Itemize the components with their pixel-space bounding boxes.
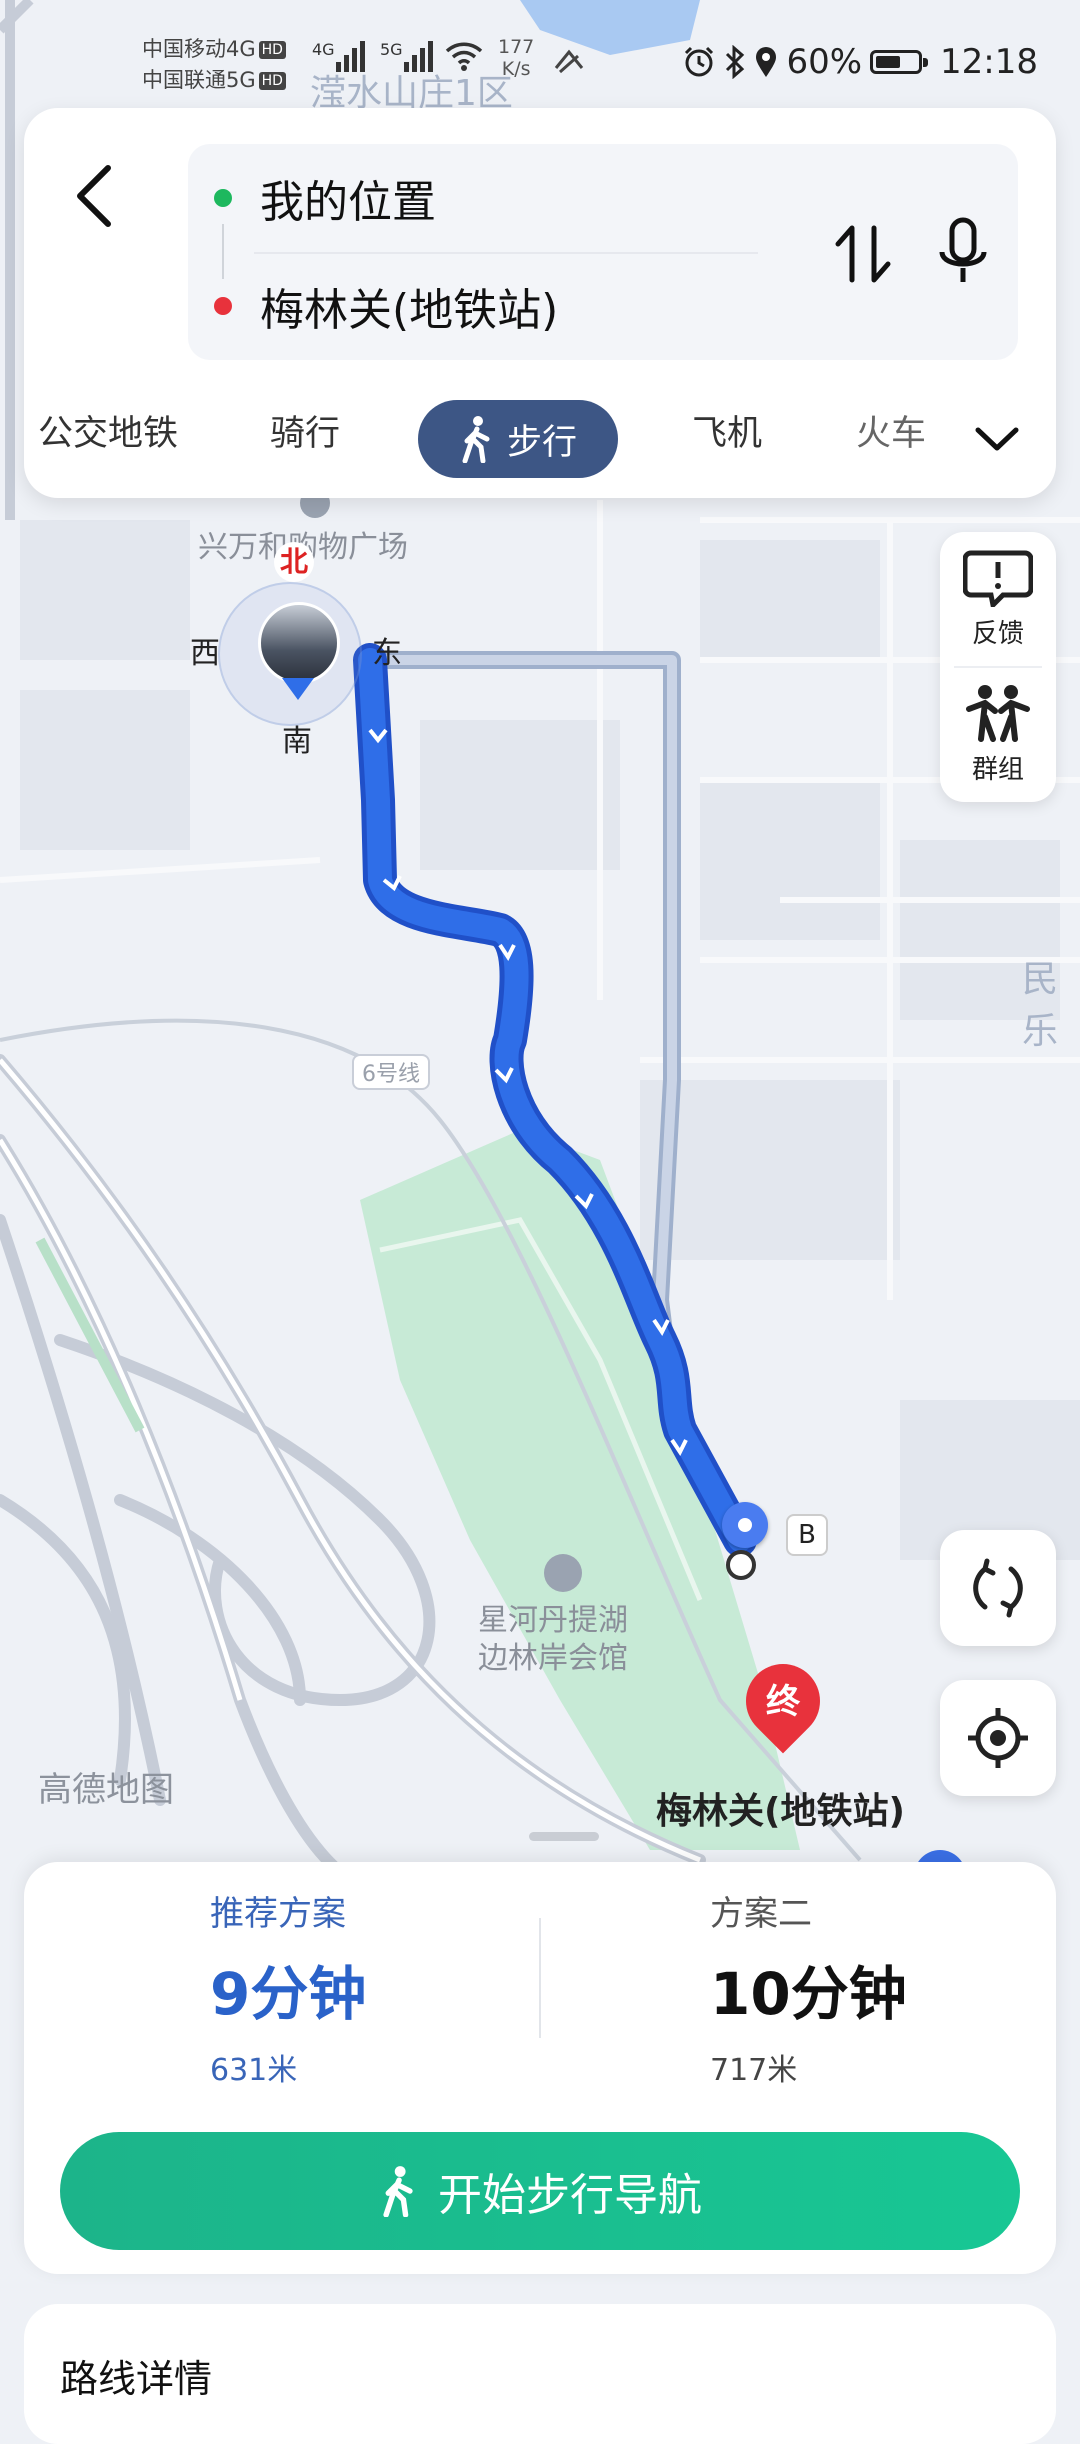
chevron-left-icon <box>77 165 111 227</box>
waypoint-target-icon <box>726 1550 756 1580</box>
tab-bike[interactable]: 骑行 <box>270 404 340 464</box>
group-people-icon <box>966 685 1030 742</box>
clock: 12:18 <box>940 42 1038 82</box>
plan-recommended[interactable]: 推荐方案 9分钟 631米 <box>210 1886 366 2089</box>
plan-divider <box>539 1918 541 2038</box>
plan-recommended-distance: 631米 <box>210 2053 298 2088</box>
route-plans-card: 推荐方案 9分钟 631米 方案二 10分钟 717米 开始步行导航 <box>24 1832 1056 2274</box>
hotspot-icon <box>554 49 584 74</box>
metro-line-label: 6号线 <box>352 1054 430 1090</box>
map-tools-panel: 反馈 群组 <box>940 532 1056 802</box>
crosshair-icon <box>968 1708 1028 1768</box>
destination-text: 梅林关(地铁站) <box>260 285 559 336</box>
start-navigation-button[interactable]: 开始步行导航 <box>60 2132 1020 2250</box>
compass-west: 西 <box>190 636 220 671</box>
status-right: 60% 12:18 <box>682 42 1038 82</box>
plan-alternative-label: 方案二 <box>710 1894 812 1934</box>
refresh-route-button[interactable] <box>940 1530 1056 1646</box>
signal-5g-label: 5G <box>380 40 403 59</box>
tab-transit[interactable]: 公交地铁 <box>38 404 178 464</box>
chevron-down-icon <box>975 427 1019 451</box>
park-label-line1: 星河丹提湖 <box>478 1603 628 1638</box>
feedback-label: 反馈 <box>971 619 1024 649</box>
compass-north: 北 <box>274 542 314 582</box>
locate-me-button[interactable] <box>940 1680 1056 1796</box>
back-button[interactable] <box>64 156 124 236</box>
alarm-icon <box>685 46 714 77</box>
swap-button[interactable] <box>828 214 898 294</box>
walking-person-icon <box>462 416 490 463</box>
plan-recommended-time: 9分钟 <box>210 1960 367 2028</box>
hd-badge-1: HD <box>258 41 286 59</box>
amap-watermark: 高德地图 <box>38 1770 174 1810</box>
signal-bars-icon <box>336 41 365 72</box>
destination-station-label[interactable]: 梅林关(地铁站) <box>656 1782 905 1834</box>
voice-input-button[interactable] <box>928 212 998 292</box>
walking-person-icon <box>383 2166 413 2217</box>
feedback-button[interactable]: 反馈 <box>940 532 1056 667</box>
origin-text: 我的位置 <box>260 177 436 228</box>
waypoint-marker[interactable] <box>718 1502 774 1582</box>
waypoint-pin-dot <box>738 1518 752 1532</box>
bluetooth-icon <box>726 45 745 79</box>
hd-badge-2: HD <box>258 72 286 90</box>
start-navigation-label: 开始步行导航 <box>438 2170 702 2221</box>
feedback-icon <box>963 550 1033 607</box>
plan-alternative[interactable]: 方案二 10分钟 717米 <box>710 1886 907 2089</box>
user-avatar <box>258 602 340 684</box>
compass-south: 南 <box>282 724 312 759</box>
status-bar: 中国移动4G HD 中国联通5G HD 4G 5G 177 K/s 60% 12:1… <box>0 0 1080 110</box>
refresh-icon <box>973 1558 1023 1618</box>
park-label[interactable]: 星河丹提湖 边林岸会馆 <box>478 1602 628 1678</box>
battery-fill <box>876 56 901 68</box>
swap-arrows-icon <box>835 225 891 283</box>
battery-icon <box>870 50 929 74</box>
signal-4g-label: 4G <box>312 40 335 59</box>
route-details-title: 路线详情 <box>60 2357 213 2401</box>
route-details-card[interactable]: 路线详情 <box>24 2304 1056 2444</box>
carrier-2: 中国联通5G <box>142 68 256 92</box>
tab-walk[interactable]: 步行 <box>418 400 618 478</box>
destination-field[interactable]: 梅林关(地铁站) <box>214 266 558 346</box>
tab-walk-label: 步行 <box>506 422 577 463</box>
origin-field[interactable]: 我的位置 <box>214 158 436 238</box>
route-search-card: 我的位置 梅林关(地铁站) 公交地铁 骑行 步行 飞机 火车 <box>24 108 1056 498</box>
end-marker[interactable]: 终 <box>730 1648 836 1760</box>
end-marker-label: 终 <box>766 1682 800 1722</box>
net-speed: 177 K/s <box>498 36 534 80</box>
heading-arrow-icon <box>282 678 314 700</box>
carrier-1: 中国移动4G <box>142 37 256 61</box>
carrier-info: 中国移动4G HD 中国联通5G HD <box>142 34 286 96</box>
park-label-line2: 边林岸会馆 <box>478 1641 628 1676</box>
group-label: 群组 <box>971 755 1024 785</box>
route-inputs: 我的位置 梅林关(地铁站) <box>188 144 1018 360</box>
plan-alternative-distance: 717米 <box>710 2053 798 2088</box>
location-icon <box>756 47 777 77</box>
net-speed-unit: K/s <box>501 58 531 80</box>
park-icon <box>544 1554 582 1592</box>
origin-dot-icon <box>214 189 232 207</box>
compass-east: 东 <box>372 636 402 671</box>
plan-alternative-time: 10分钟 <box>710 1960 907 2028</box>
more-tabs-button[interactable] <box>972 414 1022 464</box>
battery-percent: 60% <box>786 42 863 82</box>
destination-dot-icon <box>214 297 232 315</box>
net-speed-value: 177 <box>498 36 535 58</box>
tab-plane[interactable]: 飞机 <box>692 404 762 464</box>
group-button[interactable]: 群组 <box>940 667 1056 802</box>
waypoint-label: B <box>786 1514 828 1556</box>
wifi-icon <box>445 42 483 71</box>
district-label: 民乐 <box>1022 959 1059 1052</box>
drag-handle[interactable] <box>529 1832 599 1841</box>
input-divider <box>254 252 758 254</box>
transport-tabs: 公交地铁 骑行 步行 飞机 火车 <box>24 390 1056 478</box>
plan-recommended-label: 推荐方案 <box>210 1894 346 1934</box>
tab-train[interactable]: 火车 <box>856 404 926 464</box>
signal-bars-2-icon <box>404 41 433 72</box>
microphone-icon <box>939 217 987 282</box>
